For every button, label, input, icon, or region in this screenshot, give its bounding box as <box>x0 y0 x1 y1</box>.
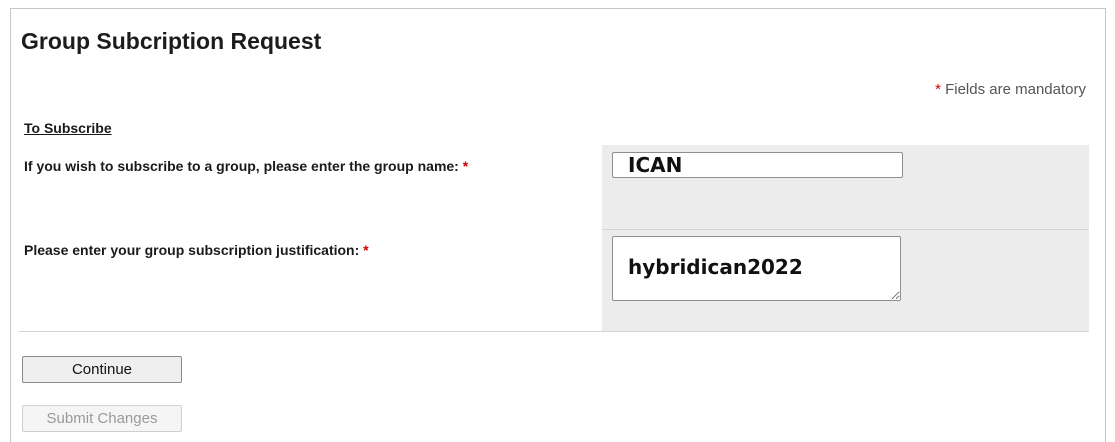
group-name-label: If you wish to subscribe to a group, ple… <box>24 158 468 174</box>
submit-changes-button[interactable]: Submit Changes <box>22 405 182 432</box>
group-name-input[interactable] <box>612 152 903 178</box>
mandatory-note: * Fields are mandatory <box>935 81 1086 98</box>
justification-textarea[interactable]: hybridican2022 <box>612 236 901 301</box>
required-star: * <box>462 158 469 174</box>
mandatory-note-text: Fields are mandatory <box>940 81 1086 98</box>
justification-label-text: Please enter your group subscription jus… <box>24 242 364 258</box>
section-label: To Subscribe <box>24 120 112 136</box>
row-divider <box>19 331 1089 332</box>
continue-button[interactable]: Continue <box>22 356 182 383</box>
justification-label: Please enter your group subscription jus… <box>24 242 369 258</box>
page-title: Group Subcription Request <box>21 28 322 54</box>
required-star: * <box>363 242 369 258</box>
group-name-label-text: If you wish to subscribe to a group, ple… <box>24 158 463 174</box>
subscription-form-table: If you wish to subscribe to a group, ple… <box>19 145 1089 332</box>
